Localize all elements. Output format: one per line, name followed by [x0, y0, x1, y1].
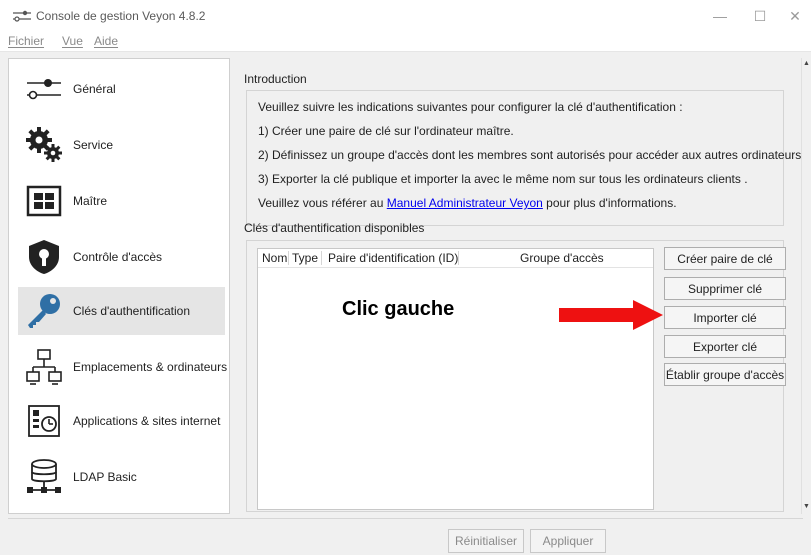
sidebar-item-emplacements[interactable]: Emplacements & ordinateurs	[18, 343, 228, 391]
intro-ref-prefix: Veuillez vous référer au	[258, 196, 387, 210]
sidebar-item-label: Général	[73, 82, 116, 96]
sidebar-item-maitre[interactable]: Maître	[18, 177, 225, 225]
sidebar-item-ldap-basic[interactable]: LDAP Basic	[18, 453, 225, 501]
create-keypair-button[interactable]: Créer paire de clé	[664, 247, 786, 270]
sidebar-item-label: Service	[73, 138, 114, 152]
content-panel: Introduction Veuillez suivre les indicat…	[234, 58, 805, 514]
sidebar-item-label: Emplacements & ordinateurs	[73, 360, 228, 374]
app-clock-icon	[28, 405, 60, 437]
intro-title: Introduction	[244, 72, 307, 86]
export-key-button[interactable]: Exporter clé	[664, 335, 786, 358]
sidebar-item-label: Maître	[73, 194, 108, 208]
menu-fichier[interactable]: Fichier	[8, 34, 44, 48]
title-bar: Console de gestion Veyon 4.8.2 — ☐ ✕	[0, 0, 811, 32]
footer-bar: Réinitialiser Appliquer	[8, 518, 803, 555]
window-title: Console de gestion Veyon 4.8.2	[36, 9, 206, 23]
sidebar-item-label: Clés d'authentification	[73, 304, 191, 318]
sliders-icon	[27, 79, 61, 100]
intro-line: Veuillez suivre les indications suivante…	[258, 100, 683, 114]
key-icon	[28, 294, 60, 328]
table-header-divider	[258, 267, 653, 268]
column-header-id[interactable]: Paire d'identification (ID)	[328, 249, 458, 267]
menu-aide[interactable]: Aide	[94, 34, 118, 48]
close-button[interactable]: ✕	[775, 0, 811, 32]
sidebar-item-service[interactable]: Service	[18, 121, 225, 169]
manual-link[interactable]: Manuel Administrateur Veyon	[387, 196, 543, 210]
red-arrow-icon	[559, 300, 663, 330]
keys-table[interactable]: Nom Type Paire d'identification (ID) Gro…	[257, 248, 654, 510]
vertical-scrollbar[interactable]: ▲ ▼	[801, 58, 811, 514]
sidebar-item-general[interactable]: Général	[18, 65, 225, 113]
veyon-app-icon	[13, 10, 31, 22]
column-header-nom[interactable]: Nom	[262, 249, 287, 267]
apply-button[interactable]: Appliquer	[530, 529, 606, 553]
keys-title: Clés d'authentification disponibles	[244, 221, 425, 235]
column-separator	[321, 251, 322, 265]
sidebar-item-label: LDAP Basic	[73, 470, 137, 484]
delete-key-button[interactable]: Supprimer clé	[664, 277, 786, 300]
minimize-button[interactable]: —	[700, 0, 740, 32]
sidebar-item-cles-authentification[interactable]: Clés d'authentification	[18, 287, 225, 335]
column-separator	[288, 251, 289, 265]
intro-line: 3) Exporter la clé publique et importer …	[258, 172, 748, 186]
column-header-groupe[interactable]: Groupe d'accès	[520, 249, 604, 267]
sidebar-item-label: Applications & sites internet	[73, 414, 221, 428]
scroll-up-arrow-icon[interactable]: ▲	[803, 60, 810, 67]
maximize-button[interactable]: ☐	[740, 0, 780, 32]
database-network-icon	[27, 459, 61, 493]
sidebar: Général Service Maître Contrôle d'accès …	[8, 58, 230, 514]
scroll-down-arrow-icon[interactable]: ▼	[803, 503, 810, 510]
grid-window-icon	[26, 185, 62, 217]
keys-box: Nom Type Paire d'identification (ID) Gro…	[246, 240, 786, 512]
sidebar-item-controle-acces[interactable]: Contrôle d'accès	[18, 233, 225, 281]
intro-reference-line: Veuillez vous référer au Manuel Administ…	[258, 196, 677, 210]
import-key-button[interactable]: Importer clé	[664, 306, 786, 329]
intro-ref-suffix: pour plus d'informations.	[542, 196, 677, 210]
intro-line: 2) Définissez un groupe d'accès dont les…	[258, 148, 805, 162]
sidebar-item-applications[interactable]: Applications & sites internet	[18, 397, 225, 445]
menu-bar: Fichier Vue Aide	[0, 32, 811, 52]
column-separator	[458, 251, 459, 265]
network-computers-icon	[26, 349, 62, 385]
intro-box: Veuillez suivre les indications suivante…	[246, 90, 805, 226]
column-header-type[interactable]: Type	[292, 249, 318, 267]
gears-icon	[26, 127, 62, 162]
sidebar-item-label: Contrôle d'accès	[73, 250, 163, 264]
shield-lock-icon	[29, 240, 59, 274]
set-access-group-button[interactable]: Établir groupe d'accès	[664, 363, 786, 386]
reset-button[interactable]: Réinitialiser	[448, 529, 524, 553]
menu-vue[interactable]: Vue	[62, 34, 83, 48]
intro-line: 1) Créer une paire de clé sur l'ordinate…	[258, 124, 514, 138]
annotation-text: Clic gauche	[342, 298, 455, 320]
